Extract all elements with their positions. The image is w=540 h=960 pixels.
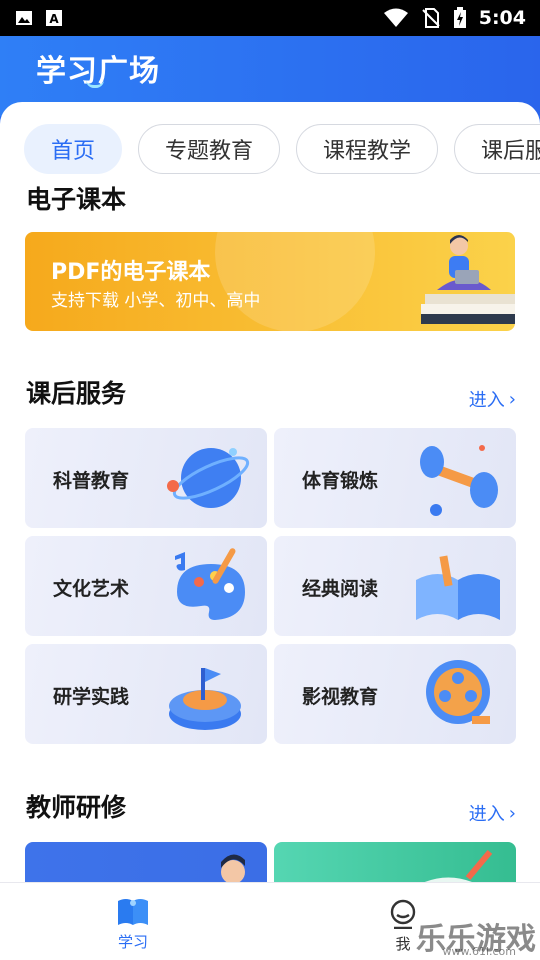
status-time: 5:04 (478, 7, 526, 29)
service-card-label: 研学实践 (53, 686, 130, 708)
service-card-label: 科普教育 (53, 470, 130, 492)
tab-topic-education[interactable]: 专题教育 (138, 124, 281, 174)
no-sim-icon (422, 8, 440, 28)
film-reel-icon (426, 660, 490, 724)
teacher-cards (25, 842, 516, 882)
tab-bar: 首页 专题教育 课程教学 课后服 (24, 124, 540, 174)
open-book-icon (416, 555, 500, 620)
teacher-avatar-illustration (221, 854, 245, 882)
globe-icon (167, 448, 250, 508)
nav-item-study[interactable]: 学习 (116, 897, 150, 952)
service-card-research-practice[interactable]: 研学实践 (25, 644, 267, 744)
tab-course-teaching[interactable]: 课程教学 (296, 124, 439, 174)
status-bar: A 5:04 (0, 0, 540, 36)
service-card-culture-art[interactable]: 文化艺术 (25, 536, 267, 636)
profile-icon (390, 899, 416, 929)
chevron-right-icon: › (508, 802, 516, 824)
battery-charging-icon (453, 7, 466, 28)
service-card-sports[interactable]: 体育锻炼 (274, 428, 516, 528)
teacher-card-1[interactable] (25, 842, 267, 882)
section-title-textbook: 电子课本 (26, 185, 127, 214)
chevron-right-icon: › (508, 388, 516, 410)
text-a-icon: A (46, 10, 62, 26)
teacher-enter-link[interactable]: 进入 › (469, 800, 516, 826)
section-title-teacher: 教师研修 (26, 793, 127, 822)
nav-item-me[interactable]: 我 (388, 899, 418, 954)
service-card-label: 体育锻炼 (302, 470, 379, 492)
palette-icon (175, 548, 245, 620)
watermark-url: www.61l.com (442, 945, 516, 958)
service-card-label: 影视教育 (302, 686, 379, 708)
flag-platform-icon (169, 668, 241, 730)
after-school-grid: 科普教育 体育锻炼 文化艺术 经典阅读 研学实践 影视教育 (25, 428, 516, 744)
tab-home[interactable]: 首页 (24, 124, 123, 174)
section-title-after-school: 课后服务 (26, 379, 127, 408)
enter-label: 进入 (468, 804, 505, 825)
main-content[interactable]: 首页 专题教育 课程教学 课后服 电子课本 PDF的电子课本 支持下载 小学、初… (0, 102, 540, 882)
service-card-label: 文化艺术 (53, 578, 130, 600)
service-card-classic-reading[interactable]: 经典阅读 (274, 536, 516, 636)
banner-decoration (215, 232, 375, 331)
book-icon (118, 899, 148, 925)
service-card-label: 经典阅读 (302, 578, 379, 600)
banner-title: PDF的电子课本 (51, 260, 211, 285)
wifi-icon (383, 8, 408, 27)
teacher-card-2[interactable] (274, 842, 516, 882)
svg-text:A: A (49, 12, 59, 26)
book-pencil-illustration (424, 850, 493, 882)
dumbbell-icon (420, 445, 498, 516)
nav-label: 我 (395, 935, 411, 953)
banner-subtitle: 支持下载 小学、初中、高中 (51, 291, 261, 311)
nav-label: 学习 (117, 933, 148, 951)
enter-label: 进入 (468, 390, 505, 411)
service-card-film-education[interactable]: 影视教育 (274, 644, 516, 744)
image-icon (16, 11, 32, 25)
reading-person-illustration (421, 235, 515, 324)
after-school-enter-link[interactable]: 进入 › (469, 386, 516, 412)
service-card-science[interactable]: 科普教育 (25, 428, 267, 528)
textbook-banner[interactable]: PDF的电子课本 支持下载 小学、初中、高中 (25, 232, 515, 331)
tab-after-school[interactable]: 课后服 (454, 124, 540, 174)
